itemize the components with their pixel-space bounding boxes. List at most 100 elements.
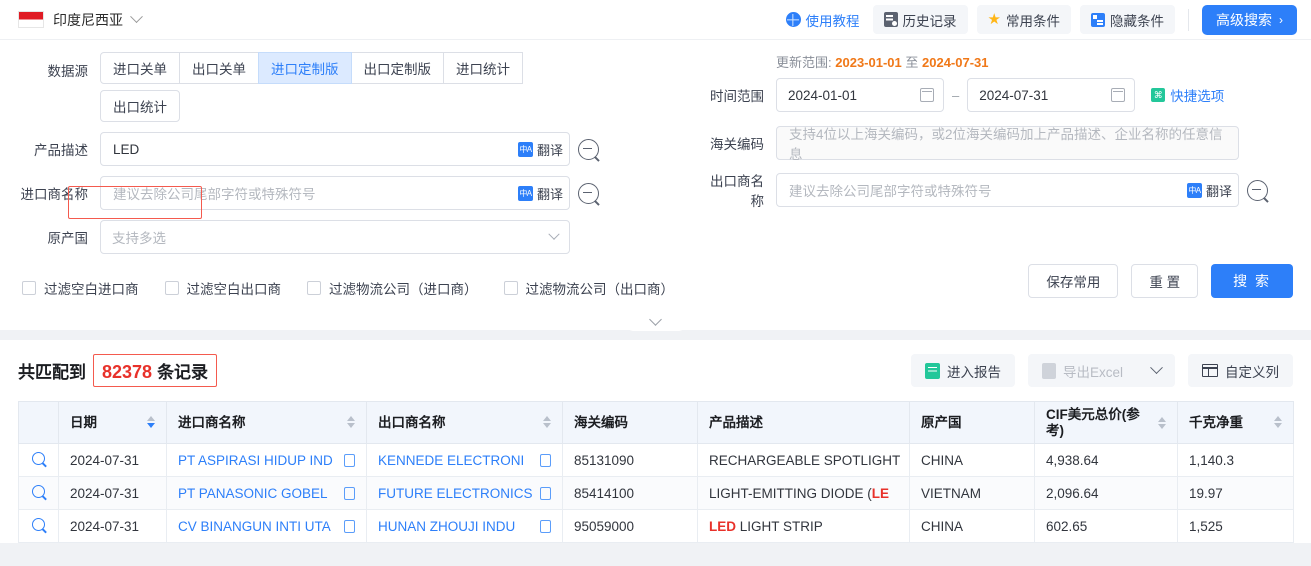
exporter-link[interactable]: HUNAN ZHOUJI INDU (378, 519, 533, 534)
enter-report-label: 进入报告 (946, 364, 1001, 380)
checkbox-blank-importer[interactable]: 过滤空白进口商 (22, 278, 139, 298)
copy-icon[interactable] (341, 451, 355, 467)
hscode-input[interactable]: 支持4位以上海关编码，或2位海关编码加上产品描述、企业名称的任意信息 (776, 126, 1239, 162)
exporter-link[interactable]: KENNEDE ELECTRONI (378, 453, 533, 468)
search-button[interactable]: 搜 索 (1211, 264, 1293, 298)
enter-report-button[interactable]: 进入报告 (910, 354, 1015, 387)
tab-export-custom-edition[interactable]: 出口定制版 (350, 52, 444, 84)
calendar-icon (920, 88, 934, 102)
export-excel-button[interactable]: 导出Excel (1028, 354, 1137, 387)
checkbox-box[interactable] (164, 281, 179, 295)
row-detail-cell[interactable] (18, 443, 59, 477)
copy-icon[interactable] (341, 517, 355, 533)
date-start-input[interactable]: 2024-01-01 (776, 78, 944, 112)
row-detail-cell[interactable] (18, 476, 59, 510)
hide-icon (1091, 12, 1105, 27)
star-icon: ★ (987, 11, 1001, 28)
origin-select[interactable]: 支持多选 (100, 220, 570, 254)
country-selector[interactable]: 印度尼西亚 (18, 10, 143, 30)
table-row: 2024-07-31 PT PANASONIC GOBEL FUTURE ELE… (18, 476, 1294, 510)
exporter-input[interactable]: 建议去除公司尾部字符或特殊符号 中A 翻译 (776, 173, 1239, 207)
cell-importer: PT PANASONIC GOBEL (166, 476, 367, 510)
cell-cif: 4,938.64 (1034, 443, 1178, 477)
advanced-search-button[interactable]: 高级搜索 › (1202, 4, 1297, 35)
translate-button-product[interactable]: 中A 翻译 (512, 140, 563, 159)
translate-icon: 中A (517, 185, 533, 201)
translate-icon: 中A (1186, 182, 1202, 198)
calendar-icon (1111, 88, 1126, 102)
product-desc-input[interactable]: LED 中A 翻译 (100, 132, 570, 166)
reset-button[interactable]: 重 置 (1131, 264, 1199, 298)
checkbox-logistics-importer[interactable]: 过滤物流公司（进口商） (307, 278, 478, 298)
excel-icon (1041, 362, 1056, 379)
results-count-suffix: 条记录 (157, 363, 209, 382)
translate-button-importer[interactable]: 中A 翻译 (512, 184, 563, 203)
zoom-out-icon-exporter[interactable] (1247, 179, 1268, 201)
hscode-placeholder: 支持4位以上海关编码，或2位海关编码加上产品描述、企业名称的任意信息 (789, 127, 1223, 162)
importer-link[interactable]: PT PANASONIC GOBEL (178, 486, 337, 501)
checkbox-logistics-exporter[interactable]: 过滤物流公司（出口商） (503, 278, 674, 298)
copy-icon[interactable] (537, 484, 551, 500)
th-product-desc-label: 产品描述 (709, 414, 763, 430)
results-count: 共匹配到 82378 条记录 (18, 354, 218, 387)
search-icon[interactable] (32, 452, 45, 465)
sort-toggle-date[interactable] (147, 416, 155, 429)
desc-pre: LIGHT-EMITTING DIODE ( (709, 485, 872, 501)
tab-import-customs[interactable]: 进口关单 (100, 52, 180, 84)
th-product-desc: 产品描述 (697, 401, 910, 444)
exporter-link[interactable]: FUTURE ELECTRONICS (378, 486, 533, 501)
sort-toggle-cif[interactable] (1158, 416, 1166, 429)
quick-options-icon: ⌘ (1151, 88, 1166, 102)
checkbox-box[interactable] (307, 281, 321, 295)
collapse-panel-button[interactable] (624, 313, 687, 331)
tab-import-statistics[interactable]: 进口统计 (443, 52, 523, 84)
table-header-row: 日期 进口商名称 出口商名称 海关编码 产品描述 原产国 CIF美元总价(参考)… (18, 401, 1294, 444)
th-cif[interactable]: CIF美元总价(参考) (1034, 401, 1178, 444)
update-range: 更新范围: 2023-01-01 至 2024-07-31 (698, 52, 1293, 71)
zoom-out-icon-product[interactable] (578, 138, 599, 160)
sort-toggle-importer[interactable] (347, 416, 355, 429)
th-hscode: 海关编码 (562, 401, 698, 444)
importer-link[interactable]: CV BINANGUN INTI UTA (178, 519, 337, 534)
th-weight[interactable]: 千克净重 (1177, 401, 1294, 444)
checkbox-blank-exporter[interactable]: 过滤空白出口商 (164, 278, 281, 298)
cell-product-desc: LED LIGHT STRIP (697, 509, 910, 543)
copy-icon[interactable] (537, 517, 551, 533)
sort-toggle-exporter[interactable] (543, 416, 551, 429)
custom-columns-button[interactable]: 自定义列 (1188, 354, 1293, 387)
origin-label: 原产国 (47, 231, 89, 246)
copy-icon[interactable] (341, 484, 355, 500)
copy-icon[interactable] (537, 451, 551, 467)
translate-label: 翻译 (536, 186, 563, 202)
search-icon[interactable] (32, 485, 45, 498)
tutorial-link[interactable]: 使用教程 (782, 10, 864, 30)
sort-toggle-weight[interactable] (1274, 416, 1282, 429)
tab-export-statistics[interactable]: 出口统计 (100, 90, 180, 122)
save-favorite-button[interactable]: 保存常用 (1028, 264, 1119, 298)
th-date[interactable]: 日期 (58, 401, 167, 444)
importer-link[interactable]: PT ASPIRASI HIDUP IND (178, 453, 337, 468)
checkbox-box[interactable] (503, 281, 518, 295)
search-icon[interactable] (32, 518, 45, 531)
th-importer[interactable]: 进口商名称 (166, 401, 367, 444)
row-detail-cell[interactable] (18, 509, 59, 543)
translate-button-exporter[interactable]: 中A 翻译 (1181, 181, 1232, 200)
quick-options-link[interactable]: ⌘ 快捷选项 (1151, 85, 1224, 105)
th-importer-label: 进口商名称 (178, 414, 246, 430)
history-label: 历史记录 (902, 13, 957, 29)
hide-conditions-button[interactable]: 隐藏条件 (1080, 5, 1175, 34)
results-table: 日期 进口商名称 出口商名称 海关编码 产品描述 原产国 CIF美元总价(参考)… (18, 401, 1294, 543)
importer-input[interactable]: 建议去除公司尾部字符或特殊符号 中A 翻译 (100, 176, 570, 210)
tab-import-custom-edition[interactable]: 进口定制版 (258, 52, 352, 84)
filter-actions: 保存常用 重 置 搜 索 (1028, 264, 1293, 298)
history-button[interactable]: 历史记录 (872, 5, 968, 34)
zoom-out-icon-importer[interactable] (578, 182, 599, 204)
tab-export-customs[interactable]: 出口关单 (179, 52, 259, 84)
th-exporter[interactable]: 出口商名称 (366, 401, 563, 444)
cell-hscode: 85414100 (562, 476, 698, 510)
hscode-label: 海关编码 (710, 137, 764, 152)
export-dropdown-button[interactable] (1137, 354, 1175, 387)
checkbox-box[interactable] (22, 281, 36, 295)
favorites-button[interactable]: ★ 常用条件 (976, 5, 1071, 34)
date-end-input[interactable]: 2024-07-31 (967, 78, 1136, 112)
